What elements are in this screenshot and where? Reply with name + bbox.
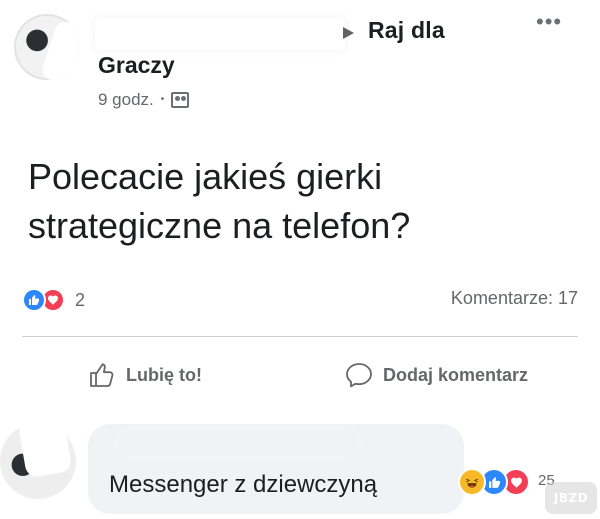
like-reaction-icon [22, 288, 46, 312]
speech-bubble-icon [346, 363, 372, 388]
like-button-label: Lubię to! [126, 364, 202, 385]
site-watermark: JBZD [545, 482, 597, 514]
post-meta: 9 godz. • [98, 90, 190, 110]
post-timestamp[interactable]: 9 godz. [98, 90, 154, 110]
avatar-redaction [39, 19, 80, 80]
group-name-link-continued[interactable]: Graczy [98, 52, 175, 79]
facebook-post-screenshot: Raj dla Graczy ••• 9 godz. • Polecacie j… [0, 0, 600, 519]
comment-button[interactable]: Dodaj komentarz [345, 361, 528, 389]
post-text: Polecacie jakieś gierki strategiczne na … [28, 156, 411, 246]
commenter-avatar[interactable] [0, 423, 76, 499]
haha-reaction-icon [458, 468, 486, 496]
group-members-icon [171, 92, 190, 108]
avatar-redaction [17, 423, 73, 479]
comment-reactions-summary[interactable]: 25 [458, 468, 555, 496]
comment-button-label: Dodaj komentarz [383, 364, 529, 385]
poster-name-redaction [95, 18, 345, 50]
meta-separator: • [160, 93, 165, 105]
divider [22, 336, 578, 337]
like-button[interactable]: Lubię to! [88, 361, 202, 389]
poster-avatar[interactable] [14, 14, 80, 80]
post-reactions-summary[interactable]: 2 [22, 288, 85, 312]
comments-count-link[interactable]: Komentarze: 17 [451, 288, 578, 309]
reaction-count: 2 [75, 289, 86, 310]
group-name-link[interactable]: Raj dla [368, 17, 445, 44]
comment-text: Messenger z dziewczyną [109, 471, 378, 498]
more-options-icon[interactable]: ••• [536, 11, 562, 33]
thumbs-up-icon [90, 363, 114, 387]
commenter-name-redaction [118, 430, 358, 456]
comment-bubble[interactable]: Messenger z dziewczyną [88, 424, 464, 514]
posted-to-arrow-icon [343, 27, 354, 39]
